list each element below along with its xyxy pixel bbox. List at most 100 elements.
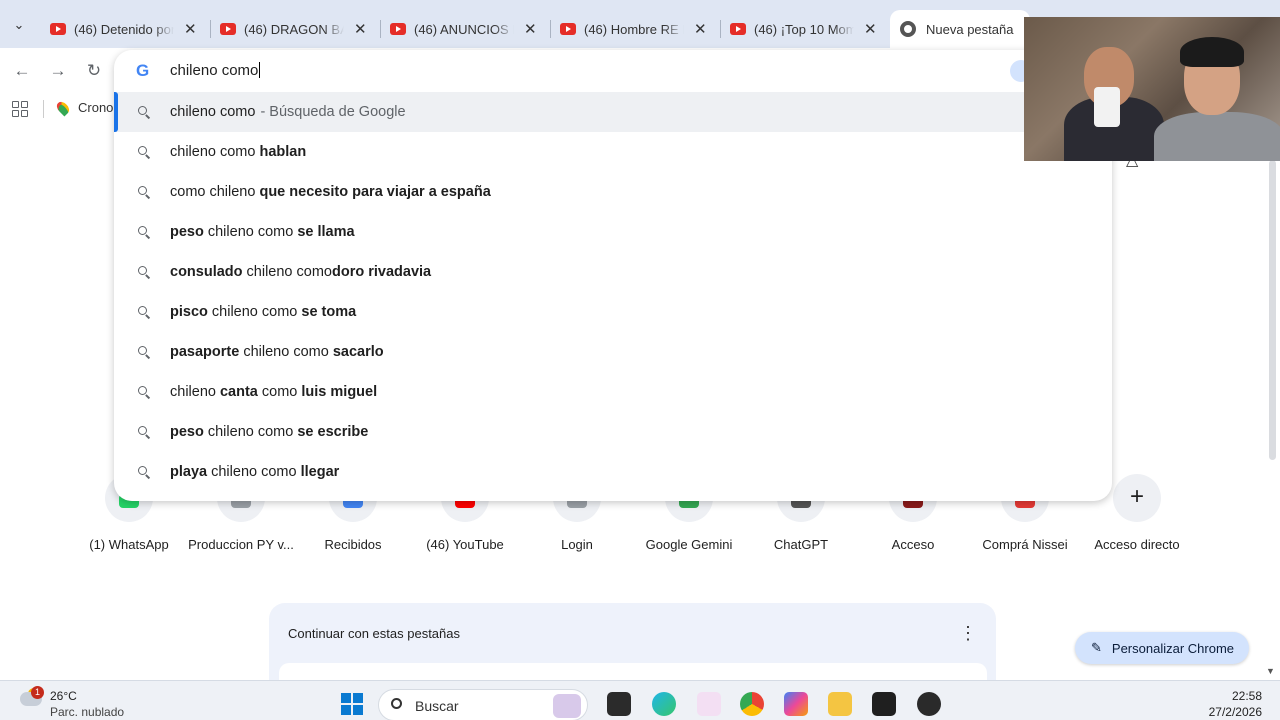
file-explorer-icon[interactable] [828,692,852,716]
weather-description: Parc. nublado [50,705,125,719]
edge-icon[interactable] [652,692,676,716]
suggestion-part: chileno como [239,344,333,360]
tab-search-chevron-icon[interactable]: ⌄ [8,14,30,36]
suggestion-part: como [257,384,302,400]
chrome-taskbar-icon[interactable] [740,692,764,716]
apps-grid-icon[interactable] [12,101,28,117]
card-menu-icon[interactable]: ⋮ [959,623,977,644]
scrollbar[interactable] [1269,160,1276,460]
customize-chrome-button[interactable]: ✎ Personalizar Chrome [1075,632,1249,664]
shortcut-label: Google Gemini [645,537,733,552]
task-view-icon[interactable] [607,692,631,716]
suggestion-bold-part: llegar [300,464,340,480]
suggestion-bold-part: pisco [170,304,208,320]
close-tab-icon[interactable]: ✕ [184,20,197,38]
back-arrow-icon[interactable]: ← [11,60,33,82]
webcam-overlay [1024,17,1280,161]
reload-icon[interactable]: ↻ [83,60,105,82]
close-tab-icon[interactable]: ✕ [354,20,367,38]
suggestion-bold-part: luis miguel [301,384,378,400]
suggestion-text: como chileno que necesito para viajar a … [170,184,491,200]
suggestion-item[interactable]: pasaporte chileno como sacarlo [114,332,1112,372]
shortcut-label: (46) YouTube [426,537,504,552]
temperature: 26°C [50,689,77,703]
suggestion-bold-part: consulado [170,264,243,280]
suggestion-text: peso chileno como se escribe [170,424,368,440]
customize-chrome-label: Personalizar Chrome [1111,640,1235,656]
continue-tabs-card: Continuar con estas pestañas ⋮ [269,603,996,683]
suggestion-part: chileno como [170,104,256,120]
suggestion-item[interactable]: peso chileno como se llama [114,212,1112,252]
suggestion-item[interactable]: chileno canta como luis miguel [114,372,1112,412]
suggestion-text: chileno canta como luis miguel [170,384,377,400]
copilot-icon[interactable] [784,692,808,716]
tab-youtube-4[interactable]: (46) Hombre RE DE ✕ [550,10,720,48]
search-icon [138,106,147,115]
search-icon [138,306,147,315]
sticky-app-icon[interactable] [872,692,896,716]
suggestion-text: consulado chileno comodoro rivadavia [170,264,431,280]
youtube-icon [560,23,576,35]
clock-date: 27/2/2026 [1208,705,1262,719]
tab-youtube-2[interactable]: (46) DRAGON BALL ✕ [210,10,380,48]
suggestion-bold-part: se llama [297,224,355,240]
tab-youtube-3[interactable]: (46) ANUNCIOS DE ✕ [380,10,550,48]
google-g-icon: G [136,61,150,80]
search-icon [391,698,402,709]
suggestion-bold-part: peso [170,224,204,240]
suggestion-part: chileno como [242,264,332,280]
shortcut-label: Produccion PY v... [188,537,294,552]
snipping-tool-icon[interactable] [697,692,721,716]
suggestion-part: chileno como [207,304,302,320]
suggestion-bold-part: se escribe [297,424,369,440]
chrome-icon [900,21,916,37]
suggestion-bold-part: doro rivadavia [331,264,432,280]
suggestion-item[interactable]: peso chileno como se escribe [114,412,1112,452]
bookmark-label: Crono [78,100,114,115]
youtube-icon [50,23,66,35]
search-icon [138,226,147,235]
obs-icon[interactable] [917,692,941,716]
suggestion-text: playa chileno como llegar [170,464,339,480]
taskbar-search[interactable]: Buscar [378,689,588,720]
tab-youtube-1[interactable]: (46) Detenido por el ✕ [40,10,210,48]
suggestion-text: peso chileno como se llama [170,224,355,240]
suggestion-text: pisco chileno como se toma [170,304,356,320]
close-tab-icon[interactable]: ✕ [694,20,707,38]
tab-title: Nueva pestaña [926,21,1014,37]
scroll-down-arrow-icon[interactable]: ▼ [1266,666,1275,676]
search-icon [138,266,147,275]
search-icon [138,346,147,355]
address-bar-input[interactable]: G chileno como [114,50,1112,92]
tab-new-tab[interactable]: Nueva pestaña [890,10,1030,48]
suggestion-item[interactable]: playa chileno como llegar [114,452,1112,492]
suggestion-item[interactable]: consulado chileno comodoro rivadavia [114,252,1112,292]
suggestion-bold-part: playa [170,464,208,480]
suggestion-bold-part: se toma [301,304,357,320]
close-tab-icon[interactable]: ✕ [864,20,877,38]
suggestion-item[interactable]: como chileno que necesito para viajar a … [114,172,1112,212]
bookmark-crono[interactable]: Crono [54,99,114,116]
close-tab-icon[interactable]: ✕ [524,20,537,38]
address-bar-text[interactable]: chileno como [170,62,260,79]
suggestion-suffix: - Búsqueda de Google [260,104,406,120]
tab-title: (46) Detenido por el [74,21,174,37]
windows-start-icon[interactable] [341,693,363,715]
suggestion-bold-part: hablan [259,144,307,160]
shortcut-icon: + [1113,474,1161,522]
weather-widget[interactable]: 1 26°C Parc. nublado [18,686,168,719]
suggestion-item[interactable]: pisco chileno como se toma [114,292,1112,332]
tab-title: (46) ¡Top 10 Mome [754,21,854,37]
suggestion-item[interactable]: chileno como hablan [114,132,1112,172]
notification-badge: 1 [31,686,44,699]
suggestion-item[interactable]: chileno como - Búsqueda de Google [114,92,1112,132]
bookmark-divider [43,100,44,118]
system-clock[interactable]: 22:58 27/2/2026 [1200,688,1262,720]
continue-tabs-title: Continuar con estas pestañas [288,626,460,641]
forward-arrow-icon[interactable]: → [47,60,69,82]
tab-youtube-5[interactable]: (46) ¡Top 10 Mome ✕ [720,10,890,48]
search-highlight-icon [553,694,581,718]
plus-icon: + [1129,483,1144,510]
search-icon [138,386,147,395]
shortcut-label: (1) WhatsApp [89,537,169,552]
